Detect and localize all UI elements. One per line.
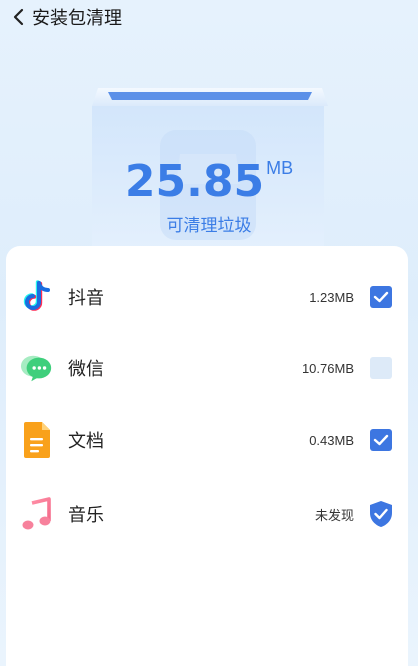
list-item-wechat[interactable]: 微信 10.76MB [6, 343, 408, 393]
page-title: 安装包清理 [32, 8, 122, 29]
junk-size: 25.85 MB [0, 156, 418, 207]
app-name: 抖音 [68, 288, 104, 309]
music-icon [20, 494, 54, 534]
back-arrow-icon[interactable] [8, 6, 28, 28]
junk-size-unit: MB [266, 158, 294, 178]
app-size: 0.43MB [309, 432, 354, 448]
douyin-icon [20, 277, 54, 317]
junk-size-caption: 可清理垃圾 [166, 216, 252, 236]
app-size: 1.23MB [309, 289, 354, 305]
app-name: 微信 [68, 359, 104, 380]
junk-size-value: 25.85 [124, 156, 265, 207]
app-list: 抖音 1.23MB 微信 10.76MB 文档 0.43MB 音乐 未发现 [6, 246, 408, 666]
list-item-douyin[interactable]: 抖音 1.23MB [6, 272, 408, 322]
app-size: 10.76MB [301, 360, 354, 376]
list-item-document[interactable]: 文档 0.43MB [6, 415, 408, 465]
checkbox-checked[interactable] [370, 286, 392, 308]
trash-summary: 25.85 MB 可清理垃圾 [0, 84, 418, 254]
not-found-status: 未发现 [314, 507, 354, 523]
checkbox-checked[interactable] [370, 429, 392, 451]
wechat-icon [20, 348, 54, 388]
checkbox-unchecked[interactable] [370, 357, 392, 379]
app-name: 文档 [68, 431, 104, 452]
header: 安装包清理 [0, 0, 418, 34]
list-item-music[interactable]: 音乐 未发现 [6, 489, 408, 539]
shield-check-icon [368, 500, 394, 528]
document-icon [20, 420, 54, 460]
app-name: 音乐 [68, 505, 104, 526]
